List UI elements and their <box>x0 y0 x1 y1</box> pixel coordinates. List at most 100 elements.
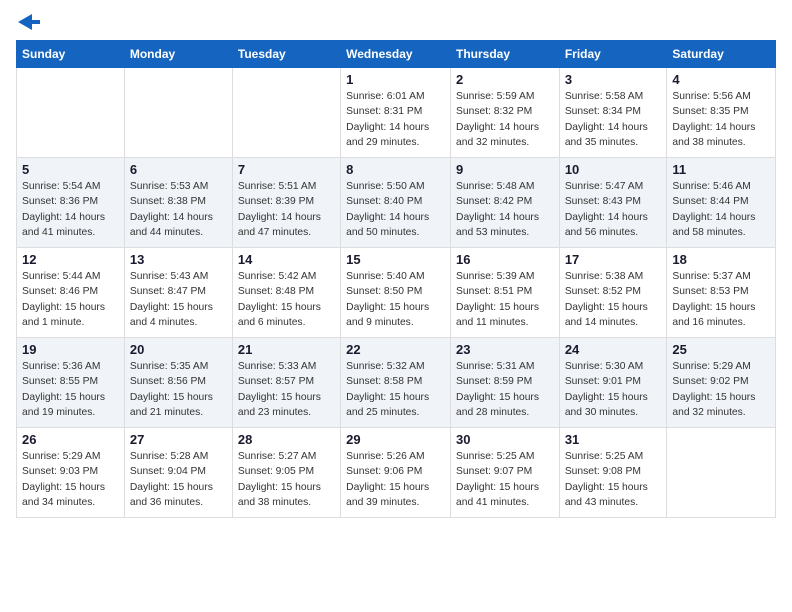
calendar-cell: 26 Sunrise: 5:29 AM Sunset: 9:03 PM Dayli… <box>17 428 125 518</box>
calendar-cell: 2Sunrise: 5:59 AM Sunset: 8:32 PM Daylig… <box>451 68 560 158</box>
weekday-header-saturday: Saturday <box>667 41 776 68</box>
logo-arrow-icon <box>18 14 40 30</box>
day-number: 18 <box>672 252 770 267</box>
calendar-cell: 9 Sunrise: 5:48 AM Sunset: 8:42 PM Daylig… <box>451 158 560 248</box>
day-info: Sunrise: 5:43 AM Sunset: 8:47 PM Dayligh… <box>130 269 227 331</box>
day-number: 22 <box>346 342 445 357</box>
day-number: 17 <box>565 252 662 267</box>
calendar-cell: 20 Sunrise: 5:35 AM Sunset: 8:56 PM Dayli… <box>124 338 232 428</box>
day-info: Sunrise: 5:37 AM Sunset: 8:53 PM Dayligh… <box>672 269 770 331</box>
calendar-cell: 7 Sunrise: 5:51 AM Sunset: 8:39 PM Daylig… <box>232 158 340 248</box>
day-number: 8 <box>346 162 445 177</box>
day-number: 27 <box>130 432 227 447</box>
calendar-cell: 10Sunrise: 5:47 AM Sunset: 8:43 PM Dayli… <box>559 158 667 248</box>
calendar-cell: 17Sunrise: 5:38 AM Sunset: 8:52 PM Dayli… <box>559 248 667 338</box>
day-info: Sunrise: 5:33 AM Sunset: 8:57 PM Dayligh… <box>238 359 335 421</box>
day-info: Sunrise: 5:40 AM Sunset: 8:50 PM Dayligh… <box>346 269 445 331</box>
day-number: 28 <box>238 432 335 447</box>
day-info: Sunrise: 5:31 AM Sunset: 8:59 PM Dayligh… <box>456 359 554 421</box>
day-info: Sunrise: 5:56 AM Sunset: 8:35 PM Dayligh… <box>672 89 770 151</box>
day-number: 29 <box>346 432 445 447</box>
calendar-week-1: 1 Sunrise: 6:01 AM Sunset: 8:31 PM Daylig… <box>17 68 776 158</box>
calendar-week-3: 12 Sunrise: 5:44 AM Sunset: 8:46 PM Dayli… <box>17 248 776 338</box>
calendar-cell: 18 Sunrise: 5:37 AM Sunset: 8:53 PM Dayli… <box>667 248 776 338</box>
day-info: Sunrise: 5:25 AM Sunset: 9:07 PM Dayligh… <box>456 449 554 511</box>
calendar-cell: 28 Sunrise: 5:27 AM Sunset: 9:05 PM Dayli… <box>232 428 340 518</box>
calendar-cell: 15 Sunrise: 5:40 AM Sunset: 8:50 PM Dayli… <box>341 248 451 338</box>
day-number: 14 <box>238 252 335 267</box>
day-info: Sunrise: 6:01 AM Sunset: 8:31 PM Dayligh… <box>346 89 445 151</box>
calendar-cell: 4Sunrise: 5:56 AM Sunset: 8:35 PM Daylig… <box>667 68 776 158</box>
day-info: Sunrise: 5:42 AM Sunset: 8:48 PM Dayligh… <box>238 269 335 331</box>
day-number: 10 <box>565 162 662 177</box>
calendar-cell: 23 Sunrise: 5:31 AM Sunset: 8:59 PM Dayli… <box>451 338 560 428</box>
weekday-header-friday: Friday <box>559 41 667 68</box>
day-number: 3 <box>565 72 662 87</box>
day-info: Sunrise: 5:53 AM Sunset: 8:38 PM Dayligh… <box>130 179 227 241</box>
calendar-cell: 27Sunrise: 5:28 AM Sunset: 9:04 PM Dayli… <box>124 428 232 518</box>
day-number: 12 <box>22 252 119 267</box>
day-info: Sunrise: 5:36 AM Sunset: 8:55 PM Dayligh… <box>22 359 119 421</box>
day-info: Sunrise: 5:29 AM Sunset: 9:03 PM Dayligh… <box>22 449 119 511</box>
day-info: Sunrise: 5:39 AM Sunset: 8:51 PM Dayligh… <box>456 269 554 331</box>
calendar-cell: 25 Sunrise: 5:29 AM Sunset: 9:02 PM Dayli… <box>667 338 776 428</box>
day-number: 19 <box>22 342 119 357</box>
calendar-cell: 11Sunrise: 5:46 AM Sunset: 8:44 PM Dayli… <box>667 158 776 248</box>
day-info: Sunrise: 5:35 AM Sunset: 8:56 PM Dayligh… <box>130 359 227 421</box>
weekday-header-sunday: Sunday <box>17 41 125 68</box>
calendar-cell: 31 Sunrise: 5:25 AM Sunset: 9:08 PM Dayli… <box>559 428 667 518</box>
calendar-week-5: 26 Sunrise: 5:29 AM Sunset: 9:03 PM Dayli… <box>17 428 776 518</box>
day-info: Sunrise: 5:46 AM Sunset: 8:44 PM Dayligh… <box>672 179 770 241</box>
day-number: 5 <box>22 162 119 177</box>
calendar-cell: 13Sunrise: 5:43 AM Sunset: 8:47 PM Dayli… <box>124 248 232 338</box>
calendar-week-2: 5 Sunrise: 5:54 AM Sunset: 8:36 PM Daylig… <box>17 158 776 248</box>
day-number: 25 <box>672 342 770 357</box>
day-number: 30 <box>456 432 554 447</box>
day-info: Sunrise: 5:25 AM Sunset: 9:08 PM Dayligh… <box>565 449 662 511</box>
weekday-header-tuesday: Tuesday <box>232 41 340 68</box>
calendar-cell: 1 Sunrise: 6:01 AM Sunset: 8:31 PM Daylig… <box>341 68 451 158</box>
day-info: Sunrise: 5:50 AM Sunset: 8:40 PM Dayligh… <box>346 179 445 241</box>
day-info: Sunrise: 5:27 AM Sunset: 9:05 PM Dayligh… <box>238 449 335 511</box>
day-info: Sunrise: 5:29 AM Sunset: 9:02 PM Dayligh… <box>672 359 770 421</box>
calendar-cell: 3 Sunrise: 5:58 AM Sunset: 8:34 PM Daylig… <box>559 68 667 158</box>
day-number: 1 <box>346 72 445 87</box>
weekday-header-monday: Monday <box>124 41 232 68</box>
day-number: 7 <box>238 162 335 177</box>
day-number: 16 <box>456 252 554 267</box>
day-number: 23 <box>456 342 554 357</box>
page-header <box>16 16 776 30</box>
day-info: Sunrise: 5:54 AM Sunset: 8:36 PM Dayligh… <box>22 179 119 241</box>
calendar-cell: 30 Sunrise: 5:25 AM Sunset: 9:07 PM Dayli… <box>451 428 560 518</box>
day-number: 9 <box>456 162 554 177</box>
calendar-cell: 12 Sunrise: 5:44 AM Sunset: 8:46 PM Dayli… <box>17 248 125 338</box>
calendar-cell: 22 Sunrise: 5:32 AM Sunset: 8:58 PM Dayli… <box>341 338 451 428</box>
day-info: Sunrise: 5:44 AM Sunset: 8:46 PM Dayligh… <box>22 269 119 331</box>
calendar-cell <box>232 68 340 158</box>
day-info: Sunrise: 5:58 AM Sunset: 8:34 PM Dayligh… <box>565 89 662 151</box>
calendar-table: SundayMondayTuesdayWednesdayThursdayFrid… <box>16 40 776 518</box>
day-number: 31 <box>565 432 662 447</box>
day-number: 21 <box>238 342 335 357</box>
day-info: Sunrise: 5:48 AM Sunset: 8:42 PM Dayligh… <box>456 179 554 241</box>
day-number: 15 <box>346 252 445 267</box>
day-info: Sunrise: 5:51 AM Sunset: 8:39 PM Dayligh… <box>238 179 335 241</box>
day-number: 26 <box>22 432 119 447</box>
day-number: 24 <box>565 342 662 357</box>
day-number: 6 <box>130 162 227 177</box>
weekday-header-thursday: Thursday <box>451 41 560 68</box>
day-number: 2 <box>456 72 554 87</box>
calendar-week-4: 19 Sunrise: 5:36 AM Sunset: 8:55 PM Dayli… <box>17 338 776 428</box>
weekday-header-wednesday: Wednesday <box>341 41 451 68</box>
day-number: 20 <box>130 342 227 357</box>
calendar-cell: 21 Sunrise: 5:33 AM Sunset: 8:57 PM Dayli… <box>232 338 340 428</box>
day-info: Sunrise: 5:32 AM Sunset: 8:58 PM Dayligh… <box>346 359 445 421</box>
day-info: Sunrise: 5:30 AM Sunset: 9:01 PM Dayligh… <box>565 359 662 421</box>
calendar-cell: 8 Sunrise: 5:50 AM Sunset: 8:40 PM Daylig… <box>341 158 451 248</box>
calendar-cell: 29Sunrise: 5:26 AM Sunset: 9:06 PM Dayli… <box>341 428 451 518</box>
calendar-cell: 16 Sunrise: 5:39 AM Sunset: 8:51 PM Dayli… <box>451 248 560 338</box>
calendar-cell: 14 Sunrise: 5:42 AM Sunset: 8:48 PM Dayli… <box>232 248 340 338</box>
calendar-cell <box>667 428 776 518</box>
calendar-cell: 19 Sunrise: 5:36 AM Sunset: 8:55 PM Dayli… <box>17 338 125 428</box>
calendar-cell: 6 Sunrise: 5:53 AM Sunset: 8:38 PM Daylig… <box>124 158 232 248</box>
